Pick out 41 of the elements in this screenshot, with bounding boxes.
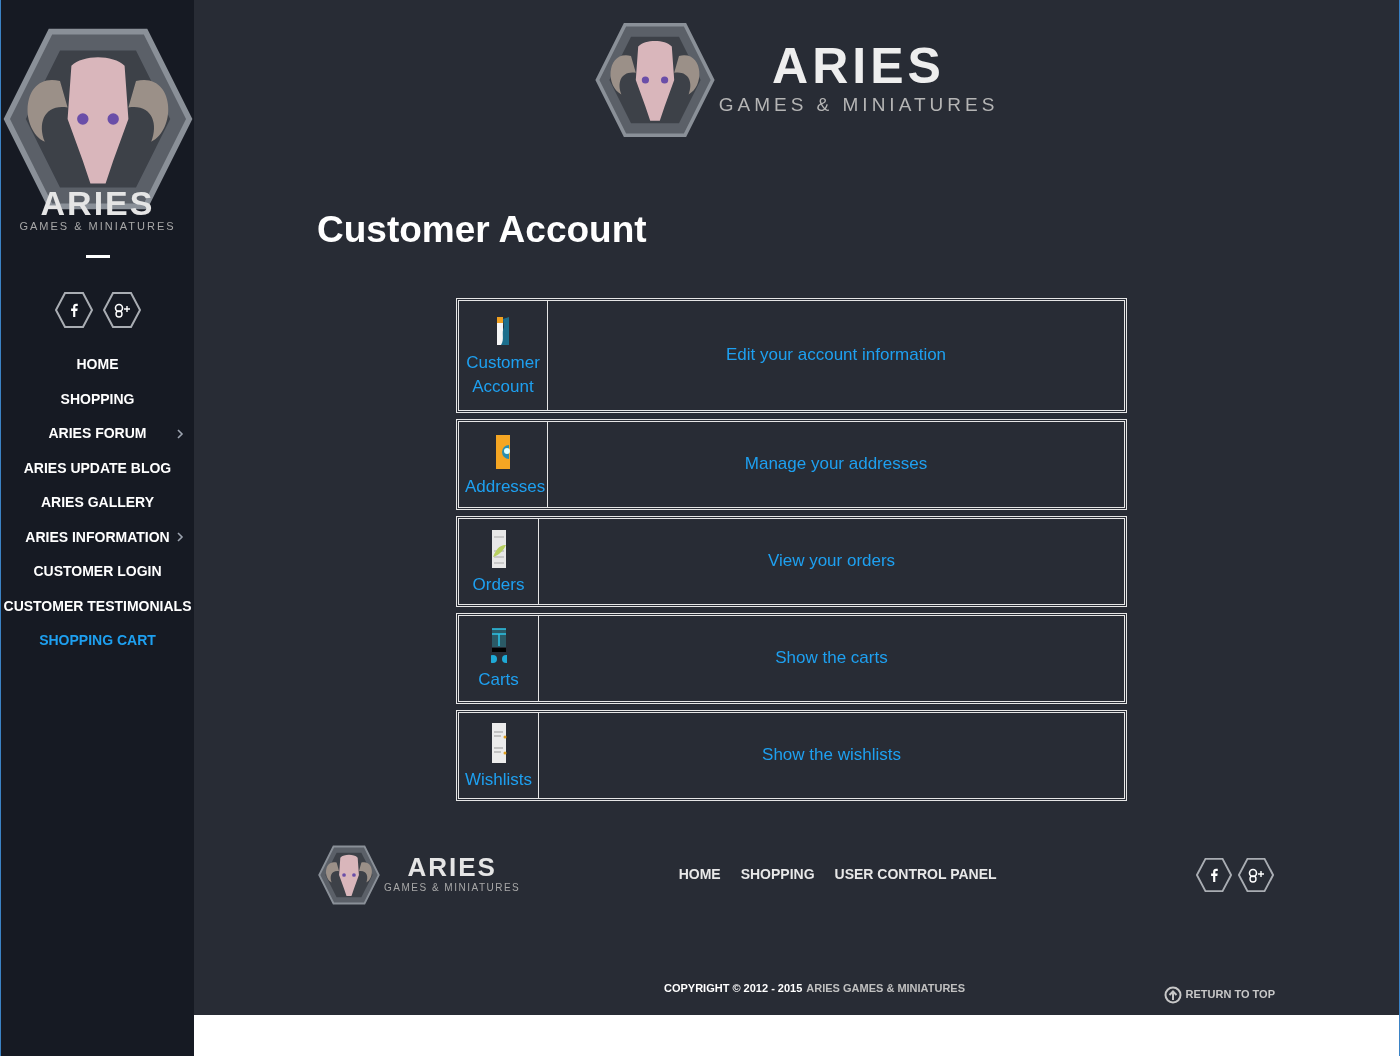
facebook-icon[interactable] (53, 289, 94, 330)
logo-wordmark: ARIES (407, 854, 497, 880)
logo-wordmark: ARIES (772, 40, 945, 91)
account-link[interactable]: Customer Account (465, 351, 541, 399)
menu-item[interactable]: CUSTOMER LOGIN (33, 561, 162, 583)
divider-bar (85, 254, 110, 258)
account-link[interactable]: View your orders (767, 548, 896, 574)
footer-nav-link[interactable]: SHOPPING (740, 864, 815, 885)
footer-nav-link[interactable]: USER CONTROL PANEL (834, 864, 997, 885)
chevron-right-icon[interactable] (176, 532, 184, 542)
menu-item[interactable]: HOME (76, 354, 119, 376)
ram-skull-emblem-icon (318, 843, 380, 906)
account-link[interactable]: Edit your account information (725, 342, 947, 368)
copyright-owner-link[interactable]: ARIES GAMES & MINIATURES (806, 980, 966, 997)
page-title: Customer Account (317, 208, 647, 252)
return-to-top-link[interactable]: RETURN TO TOP (1185, 986, 1275, 1003)
chevron-right-icon[interactable] (176, 428, 184, 439)
account-link[interactable]: Orders (472, 573, 525, 597)
logo-tagline: GAMES & MINIATURES (19, 219, 176, 234)
account-link[interactable]: Show the wishlists (762, 742, 901, 768)
ram-skull-emblem-icon (594, 20, 715, 140)
google-plus-icon[interactable] (101, 289, 142, 330)
logo-tagline: GAMES & MINIATURES (718, 92, 999, 117)
google-plus-icon[interactable] (1237, 855, 1275, 894)
arrow-up-circle-icon[interactable] (1163, 985, 1182, 1004)
logo-wordmark: ARIES (40, 186, 155, 220)
account-link[interactable]: Show the carts (775, 645, 888, 671)
menu-item[interactable]: ARIES INFORMATION (25, 526, 170, 548)
copyright-text: COPYRIGHT © 2012 - 2015 (664, 981, 803, 997)
menu-item[interactable]: ARIES FORUM (48, 423, 147, 445)
menu-item[interactable]: SHOPPING CART (39, 630, 156, 652)
menu-item[interactable]: CUSTOMER TESTIMONIALS (3, 595, 192, 617)
menu-item[interactable]: ARIES UPDATE BLOG (23, 457, 172, 479)
account-link[interactable]: Carts (478, 668, 519, 692)
menu-item[interactable]: ARIES GALLERY (40, 492, 154, 514)
footer-nav-link[interactable]: HOME (678, 864, 721, 885)
facebook-icon[interactable] (1195, 855, 1233, 894)
logo-tagline: GAMES & MINIATURES (384, 881, 521, 895)
menu-item[interactable]: SHOPPING (60, 388, 135, 410)
account-link[interactable]: Wishlists (465, 768, 533, 792)
account-link[interactable]: Manage your addresses (744, 451, 928, 477)
